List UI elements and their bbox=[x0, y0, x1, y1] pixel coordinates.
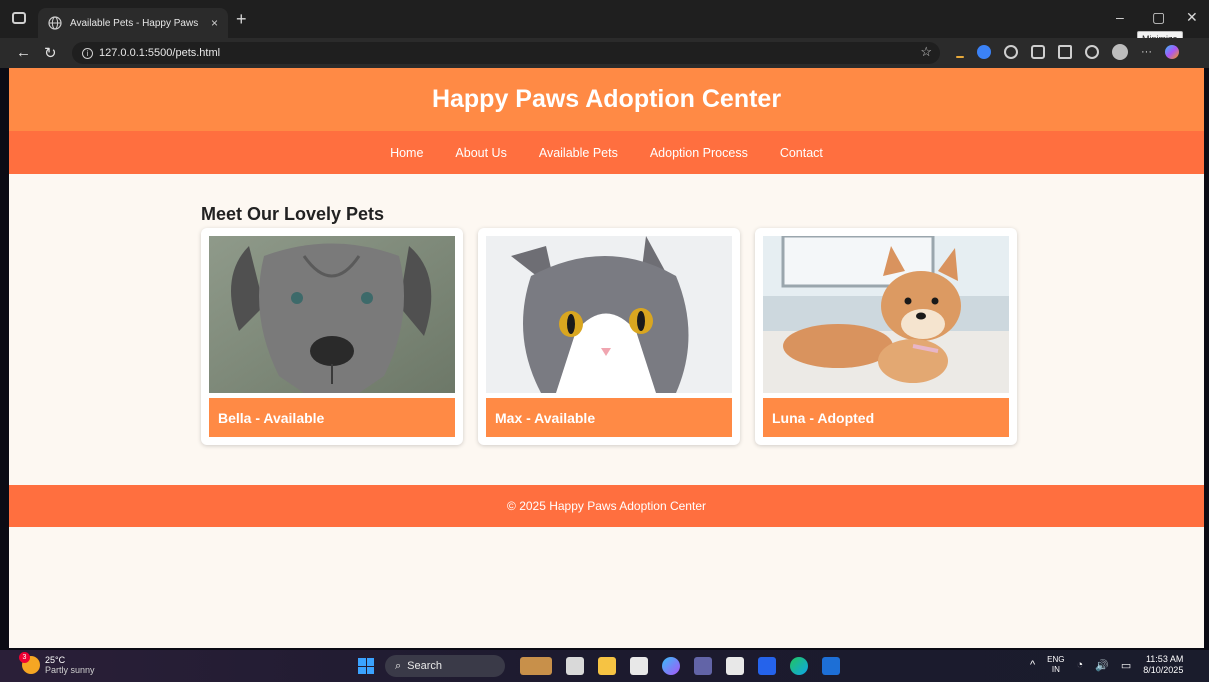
lang-code: ENG bbox=[1047, 655, 1065, 664]
site-nav: Home About Us Available Pets Adoption Pr… bbox=[9, 131, 1204, 174]
site-info-icon[interactable]: i bbox=[82, 47, 93, 59]
nav-home[interactable]: Home bbox=[390, 146, 423, 160]
battery-icon[interactable]: ▭ bbox=[1121, 659, 1131, 672]
nav-adoption-process[interactable]: Adoption Process bbox=[650, 146, 748, 160]
store-icon[interactable] bbox=[630, 657, 648, 675]
pet-card-bella[interactable]: Bella - Available bbox=[201, 228, 463, 445]
main-content: Meet Our Lovely Pets Bella - Available M… bbox=[9, 174, 1204, 485]
clock-date: 8/10/2025 bbox=[1143, 665, 1184, 675]
nav-available-pets[interactable]: Available Pets bbox=[539, 146, 618, 160]
notes-app-icon[interactable] bbox=[758, 657, 776, 675]
search-icon: ⌕ bbox=[395, 659, 402, 672]
gray-dog-photo bbox=[209, 236, 455, 393]
url-text: 127.0.0.1:5500/pets.html bbox=[99, 47, 221, 59]
weather-desc: Partly sunny bbox=[45, 665, 95, 675]
taskbar-apps bbox=[520, 657, 840, 675]
teams-icon[interactable] bbox=[694, 657, 712, 675]
minimize-button[interactable]: – bbox=[1116, 9, 1124, 25]
dash-icon[interactable] bbox=[956, 56, 964, 58]
footer-text: © 2025 Happy Paws Adoption Center bbox=[507, 499, 706, 513]
browser-tab[interactable]: Available Pets - Happy Paws × bbox=[38, 8, 228, 38]
task-view-icon[interactable] bbox=[566, 657, 584, 675]
nav-contact[interactable]: Contact bbox=[780, 146, 823, 160]
tab-title: Available Pets - Happy Paws bbox=[70, 17, 199, 29]
pet-caption: Luna - Adopted bbox=[763, 398, 1009, 437]
browser-tab-strip: Available Pets - Happy Paws × + – ▢ ✕ Mi… bbox=[0, 0, 1209, 47]
favorite-star-icon[interactable]: ☆ bbox=[920, 44, 932, 60]
new-tab-button[interactable]: + bbox=[236, 9, 247, 30]
favorites-icon[interactable] bbox=[1058, 45, 1072, 59]
clock-time: 11:53 AM bbox=[1145, 654, 1184, 664]
gray-white-cat-photo bbox=[486, 236, 732, 393]
widget-app-icon[interactable] bbox=[520, 657, 552, 675]
more-menu-icon[interactable]: ··· bbox=[1141, 46, 1152, 58]
lang-region: IN bbox=[1051, 665, 1060, 674]
language-indicator[interactable]: ENG IN bbox=[1047, 655, 1064, 675]
amazon-icon[interactable] bbox=[726, 657, 744, 675]
reading-icon[interactable] bbox=[1031, 45, 1045, 59]
tab-close-icon[interactable]: × bbox=[211, 16, 218, 30]
sidebar-toggle-icon[interactable] bbox=[12, 12, 26, 24]
weather-sun-icon: 3 bbox=[19, 652, 40, 674]
search-label: Search bbox=[407, 660, 443, 672]
health-icon[interactable] bbox=[1085, 45, 1099, 59]
site-header: Happy Paws Adoption Center bbox=[9, 68, 1204, 131]
close-window-button[interactable]: ✕ bbox=[1186, 9, 1198, 26]
edge-icon[interactable] bbox=[790, 657, 808, 675]
back-button[interactable]: ← bbox=[16, 44, 31, 61]
maximize-button[interactable]: ▢ bbox=[1152, 9, 1165, 26]
globe-icon bbox=[48, 16, 62, 30]
pet-caption: Bella - Available bbox=[209, 398, 455, 437]
photos-icon[interactable] bbox=[822, 657, 840, 675]
clock[interactable]: 11:53 AM 8/10/2025 bbox=[1143, 654, 1183, 676]
weather-widget[interactable]: 3 25°C Partly sunny bbox=[19, 652, 95, 675]
start-button[interactable] bbox=[358, 658, 374, 674]
site-title: Happy Paws Adoption Center bbox=[431, 85, 782, 113]
notification-badge: 3 bbox=[19, 652, 30, 663]
pet-caption: Max - Available bbox=[486, 398, 732, 437]
wifi-icon[interactable]: ◔ bbox=[1077, 659, 1084, 671]
extension-toolbar: ··· bbox=[956, 44, 1179, 60]
page-viewport: Happy Paws Adoption Center Home About Us… bbox=[9, 68, 1204, 648]
site-footer: © 2025 Happy Paws Adoption Center bbox=[9, 485, 1204, 527]
pet-card-max[interactable]: Max - Available bbox=[478, 228, 740, 445]
url-field[interactable]: i 127.0.0.1:5500/pets.html ☆ bbox=[72, 42, 940, 64]
file-explorer-icon[interactable] bbox=[598, 657, 616, 675]
copilot-app-icon[interactable] bbox=[662, 657, 680, 675]
taskbar-search[interactable]: ⌕ Search bbox=[385, 655, 505, 677]
shiba-puppy-photo bbox=[763, 236, 1009, 393]
copilot-icon[interactable] bbox=[1165, 45, 1179, 59]
refresh-extension-icon[interactable] bbox=[1004, 45, 1018, 59]
volume-icon[interactable]: 🔊 bbox=[1095, 659, 1109, 672]
chevron-up-icon[interactable]: ^ bbox=[1030, 659, 1035, 671]
system-tray: ^ ENG IN ◔ 🔊 ▭ 11:53 AM 8/10/2025 bbox=[1030, 654, 1183, 676]
taskbar: 3 25°C Partly sunny ⌕ Search ^ ENG IN ◔ … bbox=[0, 650, 1209, 682]
nav-about-us[interactable]: About Us bbox=[455, 146, 506, 160]
address-bar-row: ← ↻ i 127.0.0.1:5500/pets.html ☆ ··· bbox=[0, 38, 1209, 68]
extension-blue-icon[interactable] bbox=[977, 45, 991, 59]
pet-card-luna[interactable]: Luna - Adopted bbox=[755, 228, 1017, 445]
profile-avatar[interactable] bbox=[1112, 44, 1128, 60]
weather-temp: 25°C bbox=[45, 655, 66, 665]
reload-button[interactable]: ↻ bbox=[44, 44, 57, 62]
section-title: Meet Our Lovely Pets bbox=[201, 204, 385, 224]
